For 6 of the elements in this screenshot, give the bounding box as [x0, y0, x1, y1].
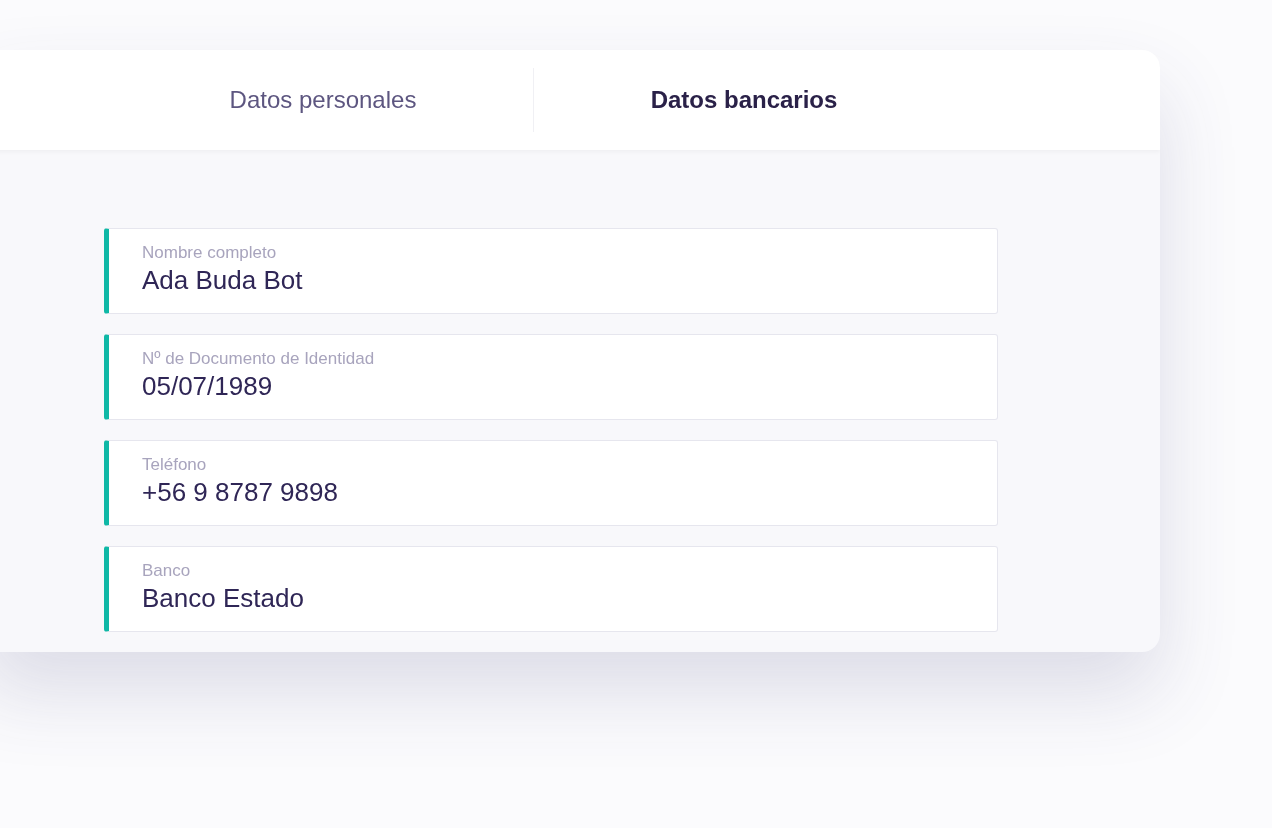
text-field[interactable]: Nombre completo Ada Buda Bot	[104, 228, 998, 314]
text-field[interactable]: Nº de Documento de Identidad 05/07/1989	[104, 334, 998, 420]
tab[interactable]: Datos personales	[113, 50, 533, 150]
text-field[interactable]: Teléfono +56 9 8787 9898	[104, 440, 998, 526]
text-field[interactable]: Banco Banco Estado	[104, 546, 998, 632]
tab[interactable]: Datos bancarios	[534, 50, 954, 150]
